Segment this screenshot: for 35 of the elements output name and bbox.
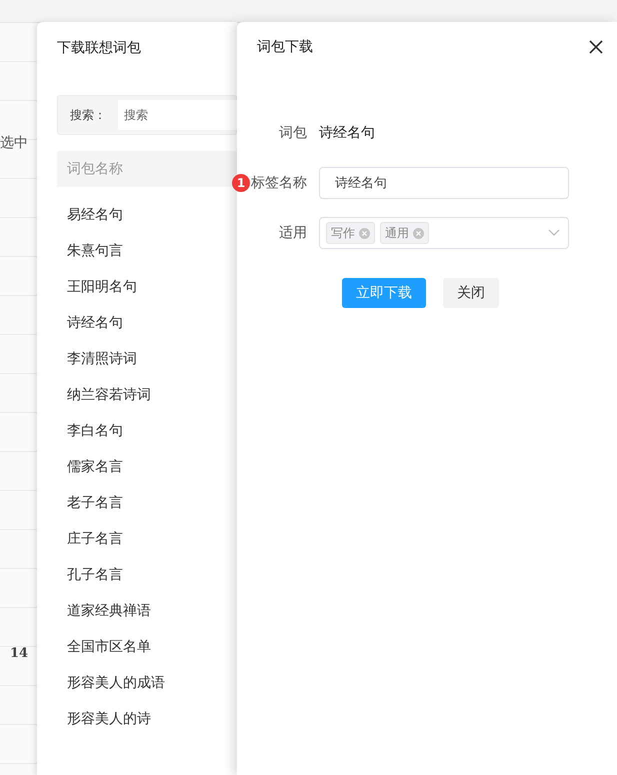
list-item[interactable]: 形容美人的诗	[67, 701, 151, 737]
list-item[interactable]: 道家经典禅语	[67, 593, 151, 629]
list-item[interactable]: 诗经名句	[67, 305, 123, 341]
search-label: 搜索：	[69, 106, 107, 124]
list-item[interactable]: 庄子名言	[67, 521, 123, 557]
chevron-icon	[548, 229, 560, 237]
input-field[interactable]: 诗经名句	[319, 167, 569, 199]
remove-icon[interactable]	[413, 228, 424, 238]
remove-icon[interactable]	[359, 228, 370, 238]
field-label: 词包	[279, 124, 307, 142]
list-item[interactable]: 形容美人的成语	[67, 665, 165, 701]
drawer-title: 词包下载	[257, 38, 313, 56]
list-item[interactable]: 纳兰容若诗词	[67, 377, 151, 413]
list-item[interactable]: 李白名句	[67, 413, 123, 449]
drawer-title: 下载联想词包	[56, 39, 142, 58]
list-item[interactable]: 易经名句	[67, 197, 123, 233]
list-item[interactable]: 儒家名言	[67, 449, 123, 485]
row-number: 14	[10, 646, 28, 661]
close-button[interactable]: 关闭	[443, 278, 499, 308]
close-icon[interactable]	[589, 40, 603, 54]
list-item[interactable]: 老子名言	[67, 485, 123, 521]
list-item[interactable]: 王阳明名句	[67, 269, 137, 305]
field-label: 适用	[279, 224, 307, 242]
field-label: 标签名称	[251, 174, 307, 192]
tag: 写作	[326, 222, 375, 244]
background-text: 选中	[0, 134, 28, 152]
column-header: 词包名称	[57, 151, 237, 187]
list-item[interactable]: 朱熹句言	[67, 233, 123, 269]
tag: 通用	[380, 222, 429, 244]
list-item[interactable]: 孔子名言	[67, 557, 123, 593]
search-field[interactable]: 搜索	[118, 100, 237, 130]
badge: 1	[232, 174, 250, 192]
list-item[interactable]: 全国市区名单	[67, 629, 151, 665]
list-item[interactable]: 李清照诗词	[67, 341, 137, 377]
field-value: 诗经名句	[319, 124, 375, 142]
